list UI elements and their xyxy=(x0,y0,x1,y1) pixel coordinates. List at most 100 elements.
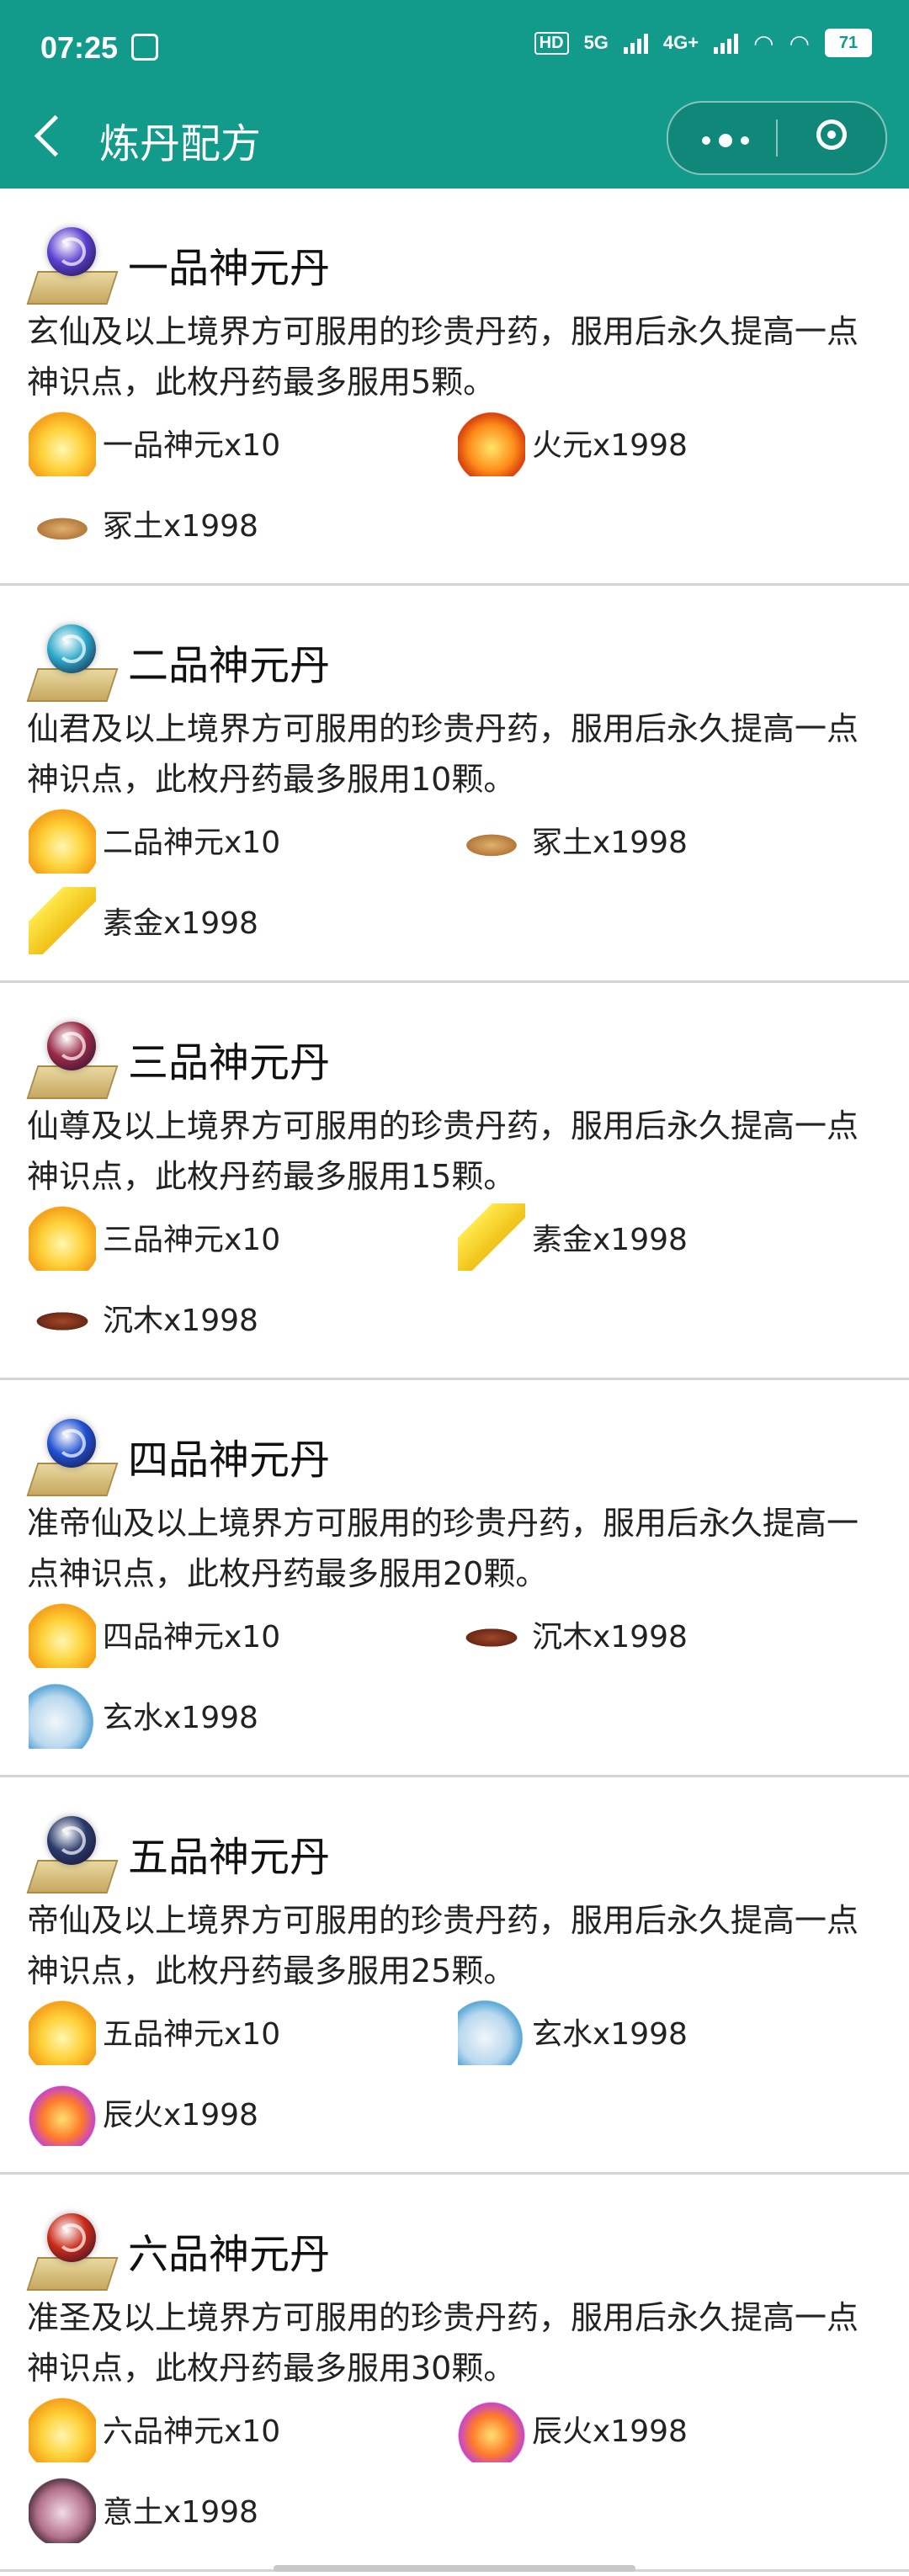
recipe-card: 四品神元丹 准帝仙及以上境界方可服用的珍贵丹药，服用后永久提高一点神识点，此枚丹… xyxy=(0,1380,909,1777)
flame-yellow-icon xyxy=(29,806,96,874)
pill-orb xyxy=(47,227,96,276)
recipe-header: 六品神元丹 xyxy=(26,2208,330,2292)
ingredient-label: 四品神元x10 xyxy=(103,1620,281,1654)
ingredient-label: 五品神元x10 xyxy=(103,2017,281,2052)
ingredient-label: 辰火x1998 xyxy=(532,2414,688,2449)
ingredient-item: 二品神元x10 xyxy=(29,806,280,874)
wood-icon xyxy=(29,1284,96,1352)
recipe-card: 五品神元丹 帝仙及以上境界方可服用的珍贵丹药，服用后永久提高一点神识点，此枚丹药… xyxy=(0,1777,909,2175)
recipe-description: 玄仙及以上境界方可服用的珍贵丹药，服用后永久提高一点神识点，此枚丹药最多服用5颗… xyxy=(27,313,859,401)
pill-icon xyxy=(26,222,119,306)
wood-icon xyxy=(458,1601,525,1668)
flame-yellow-icon xyxy=(29,2395,96,2462)
hd-badge: HD xyxy=(534,31,569,55)
flame-yellow-icon xyxy=(29,409,96,476)
ingredient-label: 冢土x1998 xyxy=(103,509,258,544)
recipe-header: 四品神元丹 xyxy=(26,1414,331,1498)
flame-yellow-icon xyxy=(29,1601,96,1668)
recipe-card: 二品神元丹 仙君及以上境界方可服用的珍贵丹药，服用后永久提高一点神识点，此枚丹药… xyxy=(0,586,909,983)
recipe-header: 三品神元丹 xyxy=(26,1017,331,1101)
ingredient-label: 玄水x1998 xyxy=(532,2017,688,2052)
ingredient-item: 三品神元x10 xyxy=(29,1203,280,1271)
soil-icon xyxy=(29,490,96,557)
mini-program-capsule xyxy=(667,101,887,175)
recipe-name: 二品神元丹 xyxy=(128,642,331,689)
wifi-icon: ◠ xyxy=(753,29,774,56)
flame-yellow-icon xyxy=(29,1203,96,1271)
close-target-icon[interactable] xyxy=(816,120,847,150)
ingredient-item: 意土x1998 xyxy=(29,2476,258,2543)
pill-orb xyxy=(47,624,96,673)
ingredient-item: 四品神元x10 xyxy=(29,1601,280,1668)
pill-icon xyxy=(26,1414,119,1498)
purple-fire-icon xyxy=(458,2395,525,2462)
recipe-header: 一品神元丹 xyxy=(26,222,331,306)
status-time: 07:25 xyxy=(40,30,119,65)
pill-icon xyxy=(26,1811,119,1895)
ingredient-label: 冢土x1998 xyxy=(532,826,688,860)
ingredient-item: 六品神元x10 xyxy=(29,2395,280,2462)
signal-icon xyxy=(623,32,648,54)
ingredient-label: 沉木x1998 xyxy=(103,1304,258,1338)
recipe-description: 帝仙及以上境界方可服用的珍贵丹药，服用后永久提高一点神识点，此枚丹药最多服用25… xyxy=(27,1902,859,1989)
pill-icon xyxy=(26,1017,119,1101)
ingredient-item: 沉木x1998 xyxy=(29,1284,258,1352)
recipe-description: 准圣及以上境界方可服用的珍贵丹药，服用后永久提高一点神识点，此枚丹药最多服用30… xyxy=(27,2299,859,2387)
recipe-card: 一品神元丹 玄仙及以上境界方可服用的珍贵丹药，服用后永久提高一点神识点，此枚丹药… xyxy=(0,189,909,586)
status-bar: 07:25 HD 5G 4G+ ◠ ◠ 71 xyxy=(0,0,909,99)
ingredient-item: 沉木x1998 xyxy=(458,1601,688,1668)
network-4g-label: 4G+ xyxy=(662,32,699,53)
flame-yellow-icon xyxy=(29,1998,96,2065)
recipe-list: 一品神元丹 玄仙及以上境界方可服用的珍贵丹药，服用后永久提高一点神识点，此枚丹药… xyxy=(0,189,909,2572)
app-notification-icon xyxy=(131,34,158,61)
ingredient-item: 辰火x1998 xyxy=(458,2395,688,2462)
nav-bar: 炼丹配方 xyxy=(0,99,909,189)
ingredient-label: 二品神元x10 xyxy=(103,826,281,860)
pill-orb xyxy=(47,1022,96,1070)
recipe-name: 一品神元丹 xyxy=(128,245,331,292)
pill-orb xyxy=(47,1419,96,1468)
status-indicators: HD 5G 4G+ ◠ ◠ 71 xyxy=(534,29,872,57)
purple-fire-icon xyxy=(29,2079,96,2146)
water-icon xyxy=(29,1681,96,1749)
fire-orb-icon xyxy=(458,409,525,476)
more-options-icon[interactable] xyxy=(702,134,749,147)
ingredient-item: 素金x1998 xyxy=(458,1203,688,1271)
gold-icon xyxy=(458,1203,525,1271)
pill-icon xyxy=(26,2208,119,2292)
top-bar: 07:25 HD 5G 4G+ ◠ ◠ 71 炼丹配方 xyxy=(0,0,909,189)
recipe-name: 五品神元丹 xyxy=(128,1834,331,1881)
ingredient-label: 沉木x1998 xyxy=(532,1620,688,1654)
recipe-description: 仙君及以上境界方可服用的珍贵丹药，服用后永久提高一点神识点，此枚丹药最多服用10… xyxy=(27,710,859,798)
ingredient-label: 玄水x1998 xyxy=(103,1701,258,1735)
recipe-card: 六品神元丹 准圣及以上境界方可服用的珍贵丹药，服用后永久提高一点神识点，此枚丹药… xyxy=(0,2175,909,2572)
ingredient-label: 意土x1998 xyxy=(103,2495,258,2530)
capsule-divider xyxy=(776,120,778,157)
ingredient-item: 五品神元x10 xyxy=(29,1998,280,2065)
ingredient-item: 玄水x1998 xyxy=(458,1998,688,2065)
signal-icon-2 xyxy=(714,32,739,54)
pill-icon xyxy=(26,619,119,704)
water-icon xyxy=(458,1998,525,2065)
ingredient-label: 火元x1998 xyxy=(532,428,688,463)
ingredient-item: 素金x1998 xyxy=(29,887,258,954)
wifi-icon-2: ◠ xyxy=(789,29,810,56)
battery-icon: 71 xyxy=(825,29,872,57)
ingredient-item: 冢土x1998 xyxy=(458,806,688,874)
gold-icon xyxy=(29,887,96,954)
yitu-icon xyxy=(29,2476,96,2543)
page-title: 炼丹配方 xyxy=(99,120,262,167)
ingredient-label: 六品神元x10 xyxy=(103,2414,281,2449)
recipe-description: 准帝仙及以上境界方可服用的珍贵丹药，服用后永久提高一点神识点，此枚丹药最多服用2… xyxy=(27,1505,859,1592)
ingredient-item: 火元x1998 xyxy=(458,409,688,476)
network-5g-label: 5G xyxy=(583,32,609,53)
pill-orb xyxy=(47,2213,96,2262)
ingredient-label: 辰火x1998 xyxy=(103,2098,258,2133)
ingredient-item: 玄水x1998 xyxy=(29,1681,258,1749)
ingredient-item: 冢土x1998 xyxy=(29,490,258,557)
recipe-name: 三品神元丹 xyxy=(128,1039,331,1086)
home-indicator xyxy=(274,2565,635,2572)
recipe-name: 四品神元丹 xyxy=(128,1437,331,1484)
ingredient-label: 三品神元x10 xyxy=(103,1223,281,1257)
back-arrow-icon[interactable] xyxy=(34,114,77,157)
